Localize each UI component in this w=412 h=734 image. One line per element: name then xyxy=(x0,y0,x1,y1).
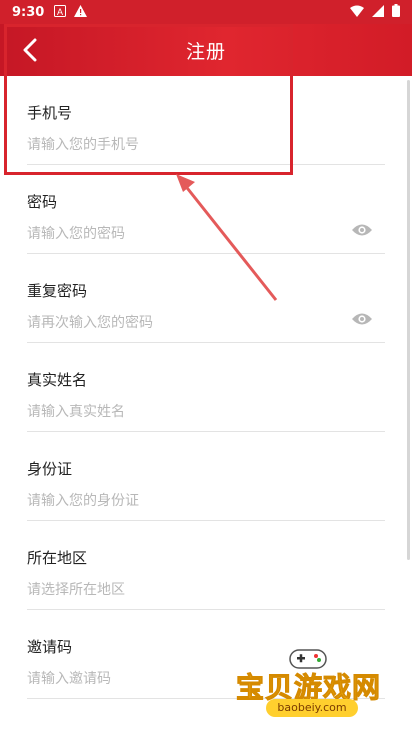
status-bar: 9:30 A xyxy=(0,0,412,24)
real-name-input[interactable] xyxy=(27,401,327,423)
field-label: 重复密码 xyxy=(27,282,88,300)
password-field: 密码 xyxy=(27,165,385,254)
region-field: 所在地区 xyxy=(27,521,385,610)
field-label: 密码 xyxy=(27,193,58,211)
page-title: 注册 xyxy=(185,40,226,63)
back-button[interactable] xyxy=(16,36,44,64)
field-label: 所在地区 xyxy=(27,549,88,567)
field-label: 手机号 xyxy=(27,104,73,122)
warning-icon xyxy=(74,4,88,20)
wifi-icon xyxy=(350,5,364,20)
back-arrow-icon xyxy=(23,38,37,62)
password-input[interactable] xyxy=(27,223,327,245)
region-select[interactable] xyxy=(27,579,327,601)
confirm-password-input[interactable] xyxy=(27,312,327,334)
battery-icon xyxy=(392,4,400,20)
notification-a-icon: A xyxy=(54,4,67,20)
real-name-field: 真实姓名 xyxy=(27,343,385,432)
watermark-logo: 宝贝游戏网 baobeiy.com xyxy=(235,646,386,722)
phone-input[interactable] xyxy=(27,134,327,156)
phone-field: 手机号 xyxy=(27,76,385,165)
eye-icon[interactable] xyxy=(351,312,373,326)
app-bar: 注册 xyxy=(0,24,412,76)
id-card-field: 身份证 xyxy=(27,432,385,521)
eye-icon[interactable] xyxy=(351,223,373,237)
watermark-url: baobeiy.com xyxy=(266,699,358,717)
status-time: 9:30 xyxy=(12,4,45,20)
field-label: 真实姓名 xyxy=(27,371,88,389)
registration-form: 手机号 密码 重复密码 真实姓名 身份证 所在地区 邀请码 xyxy=(0,76,412,699)
field-label: 身份证 xyxy=(27,460,73,478)
signal-icon xyxy=(372,4,384,20)
svg-text:A: A xyxy=(57,7,63,17)
id-card-input[interactable] xyxy=(27,490,327,512)
scrollbar[interactable] xyxy=(407,80,410,560)
confirm-password-field: 重复密码 xyxy=(27,254,385,343)
